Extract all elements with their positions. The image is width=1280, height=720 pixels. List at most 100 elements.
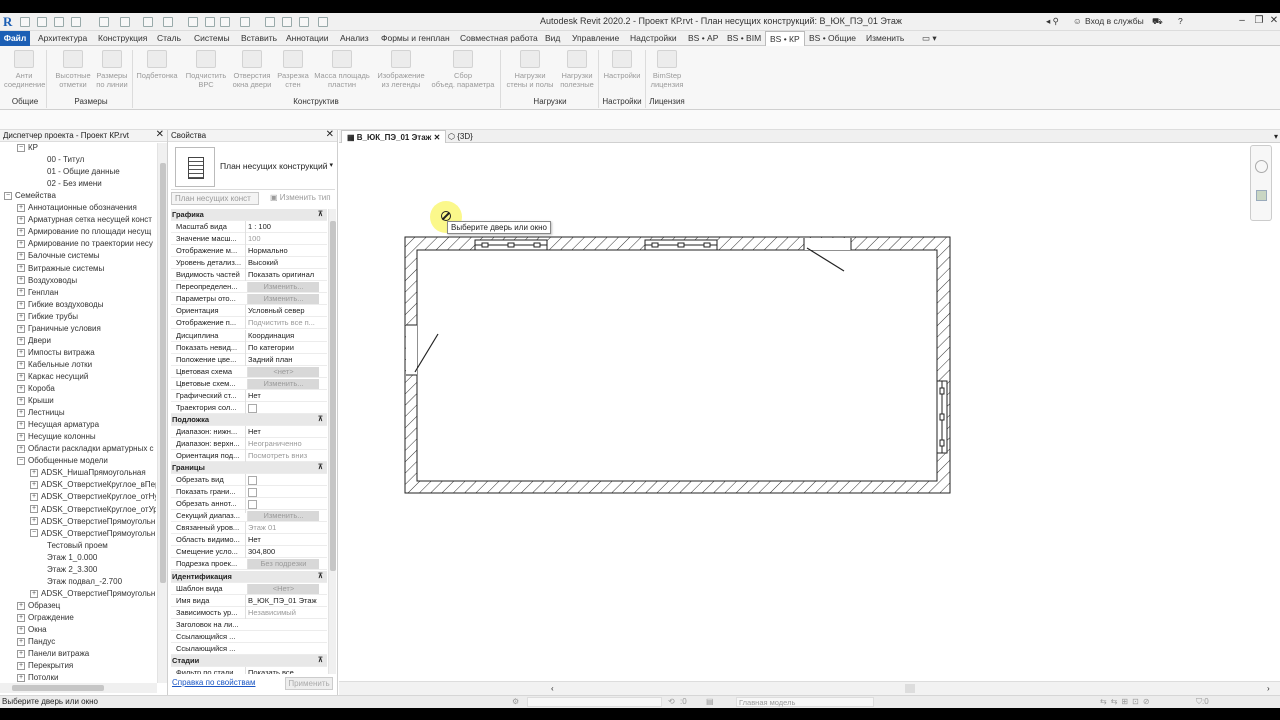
browser-item[interactable]: + Двери xyxy=(17,335,51,347)
property-row[interactable]: Диапазон: нижн... Нет xyxy=(171,425,327,438)
browser-item[interactable]: + Образец xyxy=(17,600,60,612)
elevation-marks-button[interactable]: Высотные отметки xyxy=(52,48,94,89)
browser-item[interactable]: + Граничные условия xyxy=(17,323,101,335)
anti-join-button[interactable]: Анти соединение xyxy=(4,48,45,89)
properties-scrollbar[interactable] xyxy=(328,209,336,674)
browser-item[interactable]: + Перекрытия xyxy=(17,660,73,672)
browser-item[interactable]: + Армирование по траектории несу xyxy=(17,238,153,250)
expand-icon[interactable]: + xyxy=(17,324,25,333)
tab-bs-bim[interactable]: BS • BIM xyxy=(727,33,761,43)
collapse-icon[interactable]: ⊼ xyxy=(318,462,323,474)
apply-button[interactable]: Применить xyxy=(285,677,333,690)
scroll-right-icon[interactable]: › xyxy=(1267,684,1277,693)
property-value[interactable]: Задний план xyxy=(245,353,321,366)
property-row[interactable]: Значение масш... 100 xyxy=(171,233,327,246)
property-row[interactable]: Дисциплина Координация xyxy=(171,329,327,342)
tab-structure[interactable]: Конструкция xyxy=(98,33,147,43)
type-selector[interactable]: План несущих конструкций ▾ xyxy=(171,143,335,190)
browser-item[interactable]: + Пандус xyxy=(17,636,55,648)
browser-item[interactable]: + Кабельные лотки xyxy=(17,359,92,371)
browser-item[interactable]: + Несущая арматура xyxy=(17,419,99,431)
close-icon[interactable]: ✕ xyxy=(434,133,441,142)
property-row[interactable]: Зависимость ур... Независимый xyxy=(171,606,327,619)
collapse-icon[interactable]: − xyxy=(4,192,12,201)
browser-item[interactable]: 01 - Общие данные xyxy=(43,166,120,178)
property-row[interactable]: Связанный уров... Этаж 01 xyxy=(171,522,327,535)
property-value[interactable]: Посмотреть вниз xyxy=(245,450,321,462)
browser-item[interactable]: + Балочные системы xyxy=(17,250,99,262)
print-icon[interactable] xyxy=(143,17,153,27)
property-value[interactable]: Высокий xyxy=(245,257,321,270)
expand-icon[interactable]: + xyxy=(17,252,25,261)
browser-item[interactable]: Тестовый проем xyxy=(43,540,108,552)
walls[interactable] xyxy=(404,236,951,494)
switch-windows-icon[interactable] xyxy=(318,17,328,27)
property-section[interactable]: Графика ⊼ xyxy=(171,209,327,221)
cart-icon[interactable]: ⛟ xyxy=(1152,16,1163,28)
property-value[interactable]: Независимый xyxy=(245,606,321,619)
browser-item[interactable]: + Лестницы xyxy=(17,407,65,419)
property-row[interactable]: Отображение м... Нормально xyxy=(171,245,327,258)
browser-item[interactable]: + ADSK_ОтверстиеКруглое_отНу xyxy=(30,491,156,503)
mass-area-button[interactable]: Масса площадь пластин xyxy=(312,48,372,89)
property-row[interactable]: Цветовые схем... Изменить... xyxy=(171,378,327,390)
browser-item[interactable]: Этаж 2_3.300 xyxy=(43,564,97,576)
expand-icon[interactable]: + xyxy=(30,469,38,478)
instance-filter-dropdown[interactable]: План несущих конст xyxy=(171,192,259,205)
useful-loads-button[interactable]: Нагрузки полезные xyxy=(556,48,598,89)
browser-item[interactable]: + ADSK_ОтверстиеКруглое_отУр xyxy=(30,504,156,516)
redo-icon[interactable] xyxy=(120,17,130,27)
property-value[interactable]: Показать все xyxy=(245,666,321,674)
property-row[interactable]: Положение цве... Задний план xyxy=(171,353,327,366)
property-section[interactable]: Стадии ⊼ xyxy=(171,654,327,667)
tab-modify[interactable]: Изменить xyxy=(866,33,904,43)
door-left-wall[interactable] xyxy=(406,324,439,376)
tab-analyze[interactable]: Анализ xyxy=(340,33,369,43)
tab-view[interactable]: Вид xyxy=(545,33,560,43)
collapse-icon[interactable]: − xyxy=(17,143,25,152)
steering-wheel-icon[interactable] xyxy=(1255,160,1268,173)
property-value[interactable]: Нет xyxy=(245,389,321,402)
browser-item[interactable]: + Каркас несущий xyxy=(17,371,88,383)
expand-icon[interactable]: + xyxy=(30,493,38,502)
expand-icon[interactable]: + xyxy=(17,445,25,454)
window-top-middle[interactable] xyxy=(644,239,718,251)
browser-vertical-scrollbar[interactable] xyxy=(157,143,167,683)
window-top-left[interactable] xyxy=(474,239,548,251)
expand-icon[interactable]: + xyxy=(17,240,25,249)
close-button[interactable]: ✕ xyxy=(1266,14,1280,28)
undo-icon[interactable] xyxy=(99,17,109,27)
tab-bs-kr[interactable]: BS • КР xyxy=(765,31,805,47)
edit-button[interactable]: <Нет> xyxy=(247,583,319,594)
tab-insert[interactable]: Вставить xyxy=(241,33,277,43)
collapse-icon[interactable]: ⊼ xyxy=(318,209,323,221)
close-icon[interactable]: ✕ xyxy=(326,129,334,140)
edit-button[interactable]: Без подрезки xyxy=(247,559,319,570)
edit-button[interactable]: Изменить... xyxy=(247,511,319,522)
property-row[interactable]: Ориентация под... Посмотреть вниз xyxy=(171,450,327,462)
close-icon[interactable]: ✕ xyxy=(156,129,164,140)
expand-icon[interactable]: + xyxy=(30,505,38,514)
browser-item[interactable]: + Арматурная сетка несущей конст xyxy=(17,214,152,226)
scroll-left-icon[interactable]: ‹ xyxy=(551,684,561,693)
browser-item[interactable]: Этаж подвал_-2.700 xyxy=(43,576,122,588)
property-row[interactable]: Ориентация Условный север xyxy=(171,305,327,318)
expand-icon[interactable]: + xyxy=(17,216,25,225)
property-row[interactable]: Имя вида В_ЮК_ПЭ_01 Этаж xyxy=(171,594,327,607)
property-value[interactable]: 304,800 xyxy=(245,546,321,559)
scrollbar-thumb[interactable] xyxy=(12,685,104,691)
browser-item[interactable]: + Ограждение xyxy=(17,612,74,624)
collect-param-button[interactable]: Сбор объед. параметра xyxy=(428,48,498,89)
browser-item[interactable]: + Окна xyxy=(17,624,47,636)
expand-icon[interactable]: + xyxy=(17,674,25,683)
filter-icon[interactable]: ⛉:0 xyxy=(1196,697,1209,707)
sync-icon[interactable] xyxy=(71,17,81,27)
search-icon[interactable]: ◂ ⚲ xyxy=(1046,16,1059,27)
property-value[interactable]: Координация xyxy=(245,329,321,342)
tab-3d[interactable]: ⬡ {3D} xyxy=(443,130,478,143)
tab-menu-icon[interactable]: ▾ xyxy=(1274,130,1278,143)
measure-icon[interactable] xyxy=(163,17,173,27)
browser-item[interactable]: Этаж 1_0.000 xyxy=(43,552,97,564)
expand-icon[interactable]: + xyxy=(17,662,25,671)
save-icon[interactable] xyxy=(54,17,64,27)
